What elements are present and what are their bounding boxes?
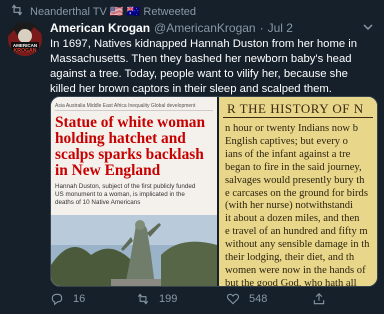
old-line: English captives; but every o (225, 135, 348, 147)
article-headline: Statue of white woman holding hatchet an… (55, 114, 206, 179)
separator-dot: · (259, 21, 264, 35)
article-standfirst: Hannah Duston, subject of the first publ… (55, 183, 196, 207)
author-name[interactable]: American Krogan (50, 21, 150, 35)
tweet-media[interactable]: Asia Australia Middle East Africa Inequa… (50, 96, 378, 287)
old-line: but the good God, who hath all (225, 277, 357, 286)
retweet-icon (11, 4, 23, 16)
chevron-down-icon[interactable] (362, 22, 374, 32)
retweeted-by-label[interactable]: Neanderthal TV 🇺🇸 🇦🇺 Retweeted (30, 5, 196, 18)
tweet-header: American Krogan @AmericanKrogan · Jul 2 (50, 21, 293, 35)
tweet-actions: 16 199 548 (50, 292, 376, 310)
old-line: their lodging, their diet, and th (225, 252, 355, 264)
tweet-text: In 1697, Natives kidnapped Hannah Duston… (50, 38, 358, 95)
share-icon (313, 293, 325, 305)
like-button[interactable]: 548 (226, 292, 267, 306)
retweet-icon (137, 293, 149, 305)
old-title-rule (223, 117, 373, 118)
author-handle[interactable]: @AmericanKrogan (154, 21, 256, 35)
svg-text:KROGAN: KROGAN (13, 48, 36, 54)
old-line: ians of the infant against a tre (225, 148, 351, 160)
retweet-count: 199 (159, 293, 178, 305)
historical-text-image[interactable]: R THE HISTORY OF N n hour or twenty Indi… (219, 97, 377, 286)
old-line: it about a dozen miles, and then (225, 213, 360, 225)
like-count: 548 (249, 293, 268, 305)
old-line: n hour or twenty Indians now b (225, 123, 358, 134)
old-line: without any sensible damage in th (225, 239, 370, 251)
avatar-image: AMERICAN KROGAN (8, 22, 42, 56)
news-article-image[interactable]: Asia Australia Middle East Africa Inequa… (51, 97, 217, 286)
nav-divider (55, 110, 213, 111)
heart-icon (226, 293, 240, 305)
reply-icon (51, 293, 63, 306)
old-line: began to fire in the said journey, (225, 161, 362, 173)
news-nav-bar: Asia Australia Middle East Africa Inequa… (55, 103, 196, 109)
avatar[interactable]: AMERICAN KROGAN (8, 22, 42, 56)
old-line: (with her nurse) notwithstandi (225, 200, 353, 212)
tweet-date[interactable]: Jul 2 (268, 21, 293, 35)
share-button[interactable] (312, 292, 326, 306)
old-line: salvages would presently bury th (225, 174, 365, 186)
old-line: e carcases on the ground for birds (225, 187, 368, 199)
old-book-text: n hour or twenty Indians now b English c… (225, 123, 377, 286)
old-book-title: R THE HISTORY OF N (227, 101, 364, 116)
statue-photo (51, 215, 217, 286)
retweet-button[interactable]: 199 (136, 292, 177, 306)
reply-count: 16 (73, 293, 86, 305)
old-line: women were now in the hands of (225, 264, 366, 276)
old-line: e travel of an hundred and fifty m (225, 226, 368, 238)
reply-button[interactable]: 16 (50, 292, 85, 306)
retweeted-by-text: Neanderthal TV 🇺🇸 🇦🇺 Retweeted (30, 6, 196, 18)
